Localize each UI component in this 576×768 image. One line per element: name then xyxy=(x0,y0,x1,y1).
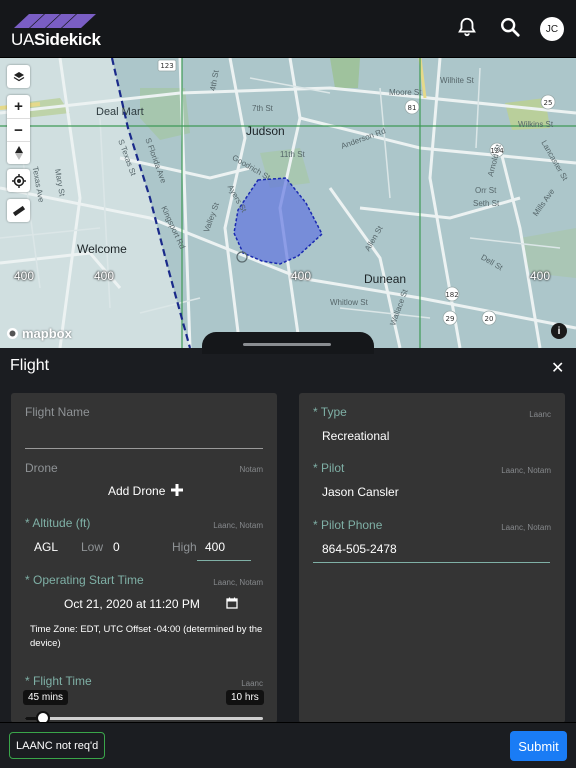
altitude-ceiling-label: 400 xyxy=(291,269,312,283)
altitude-tag: Laanc, Notam xyxy=(213,521,263,530)
map-town-label: Judson xyxy=(246,124,285,138)
altitude-label: * Altitude (ft) xyxy=(25,516,91,530)
svg-text:123: 123 xyxy=(160,62,173,70)
mapbox-logo: mapbox xyxy=(6,326,72,341)
mapbox-icon xyxy=(7,328,18,339)
map-view[interactable]: 123 81 29 20 25 124 182 Deal Mart Judson… xyxy=(0,58,576,348)
pilot-phone-label: * Pilot Phone xyxy=(313,518,383,532)
street-label: Seth St xyxy=(473,199,500,208)
map-poi-label: Deal Mart xyxy=(96,106,144,118)
flight-type-select[interactable]: Recreational xyxy=(322,429,389,443)
zoom-controls: + − xyxy=(7,95,30,164)
altitude-reference[interactable]: AGL xyxy=(34,540,58,554)
start-time-label: * Operating Start Time xyxy=(25,573,144,587)
calendar-icon[interactable] xyxy=(226,597,238,609)
pilot-select[interactable]: Jason Cansler xyxy=(322,485,399,499)
street-label: Whitlow St xyxy=(330,298,368,307)
add-drone-label: Add Drone xyxy=(108,484,166,498)
start-time-value[interactable]: Oct 21, 2020 at 11:20 PM xyxy=(64,597,200,611)
map-town-label: Dunean xyxy=(364,272,407,286)
search-icon[interactable] xyxy=(499,16,521,38)
measure-icon[interactable] xyxy=(7,199,30,222)
add-drone-button[interactable]: Add Drone xyxy=(108,484,183,498)
drone-tag: Notam xyxy=(239,465,263,474)
layers-icon[interactable] xyxy=(7,65,30,88)
plus-icon xyxy=(170,484,183,496)
type-label: * Type xyxy=(313,405,347,419)
altitude-high-input[interactable]: 400 xyxy=(205,540,225,554)
pilot-details-card: * Type Laanc Recreational * Pilot Laanc,… xyxy=(299,393,565,723)
pilot-phone-tag: Laanc, Notam xyxy=(501,523,551,532)
zoom-out-icon[interactable]: − xyxy=(7,118,30,141)
app: UASidekick JC 123 81 29 20 25 124 182 De… xyxy=(0,0,576,768)
close-icon[interactable]: ✕ xyxy=(551,358,564,378)
flight-time-label: * Flight Time xyxy=(25,674,92,688)
layers-control[interactable] xyxy=(7,65,30,88)
drone-label: Drone xyxy=(25,461,58,475)
pilot-label: * Pilot xyxy=(313,461,345,475)
footer-bar: LAANC not req'd Submit xyxy=(0,722,576,768)
user-avatar[interactable]: JC xyxy=(540,17,564,41)
locate-control[interactable] xyxy=(7,169,30,192)
flight-time-max-pill: 10 hrs xyxy=(226,690,264,705)
measure-control[interactable] xyxy=(7,199,30,222)
street-label: Wilhite St xyxy=(440,76,474,85)
zoom-in-icon[interactable]: + xyxy=(7,95,30,118)
svg-text:182: 182 xyxy=(445,291,458,299)
sheet-title: Flight xyxy=(10,357,50,374)
street-label: 11th St xyxy=(280,150,305,159)
flight-time-tag: Laanc xyxy=(241,679,263,688)
type-tag: Laanc xyxy=(529,410,551,419)
timezone-note: Time Zone: EDT, UTC Offset -04:00 (deter… xyxy=(30,624,263,649)
altitude-high-label: High xyxy=(172,540,197,554)
pilot-tag: Laanc, Notam xyxy=(501,466,551,475)
altitude-ceiling-label: 400 xyxy=(94,269,115,283)
altitude-low-input[interactable]: 0 xyxy=(113,540,120,554)
street-label: Orr St xyxy=(475,186,497,195)
street-label: Moore St xyxy=(389,88,422,97)
altitude-ceiling-label: 400 xyxy=(530,269,551,283)
flight-time-slider[interactable] xyxy=(25,717,263,720)
bell-icon[interactable] xyxy=(456,16,478,38)
altitude-ceiling-label: 400 xyxy=(14,269,35,283)
map-info-icon[interactable]: i xyxy=(551,323,567,339)
svg-text:20: 20 xyxy=(485,315,494,323)
flight-details-card: Flight Name Drone Notam Add Drone * Alti… xyxy=(11,393,277,723)
drawer-grip[interactable] xyxy=(243,343,331,346)
top-bar: UASidekick JC xyxy=(0,0,576,58)
pilot-phone-input[interactable]: 864-505-2478 xyxy=(322,542,397,556)
submit-button[interactable]: Submit xyxy=(510,731,567,761)
svg-text:29: 29 xyxy=(446,315,455,323)
pilot-phone-underline xyxy=(313,562,550,563)
street-label: Wilkins St xyxy=(518,120,554,129)
flight-name-input[interactable] xyxy=(25,448,263,449)
svg-text:81: 81 xyxy=(408,104,417,112)
flight-time-value-pill: 45 mins xyxy=(23,690,69,705)
svg-text:25: 25 xyxy=(544,99,553,107)
app-logo-text: UASidekick xyxy=(11,30,101,49)
map-town-label: Welcome xyxy=(77,242,127,256)
altitude-low-label: Low xyxy=(81,540,104,554)
locate-icon[interactable] xyxy=(7,169,30,192)
street-label: 7th St xyxy=(252,104,273,113)
compass-icon[interactable] xyxy=(7,141,30,164)
altitude-high-underline xyxy=(197,560,251,561)
start-time-tag: Laanc, Notam xyxy=(213,578,263,587)
flight-name-label: Flight Name xyxy=(25,405,90,419)
laanc-status-badge: LAANC not req'd xyxy=(9,732,106,759)
